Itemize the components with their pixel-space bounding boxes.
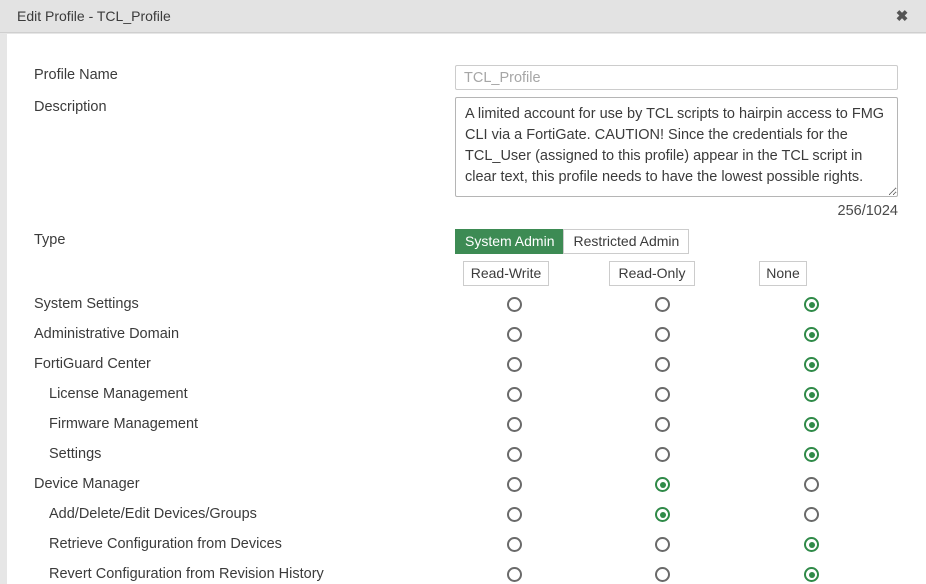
radio-none[interactable] — [804, 327, 819, 342]
radio-read-only[interactable] — [655, 387, 670, 402]
permission-row: Device Manager — [7, 470, 926, 500]
radio-read-write[interactable] — [507, 357, 522, 372]
character-counter: 256/1024 — [455, 203, 898, 219]
edit-profile-dialog: Edit Profile - TCL_Profile ✖ Profile Nam… — [0, 0, 926, 584]
profile-name-label: Profile Name — [34, 67, 118, 83]
permission-row: License Management — [7, 380, 926, 410]
radio-read-only[interactable] — [655, 477, 670, 492]
permission-row: Administrative Domain — [7, 320, 926, 350]
permission-label: Settings — [49, 446, 101, 462]
column-header-none[interactable]: None — [759, 261, 807, 286]
type-label: Type — [34, 232, 65, 248]
permission-label: FortiGuard Center — [34, 356, 151, 372]
permission-label: Firmware Management — [49, 416, 198, 432]
radio-read-write[interactable] — [507, 417, 522, 432]
permission-label: Device Manager — [34, 476, 140, 492]
permission-label: Revert Configuration from Revision Histo… — [49, 566, 324, 582]
radio-none[interactable] — [804, 537, 819, 552]
radio-none[interactable] — [804, 387, 819, 402]
column-header-read-write[interactable]: Read-Write — [463, 261, 549, 286]
dialog-title: Edit Profile - TCL_Profile — [17, 8, 171, 24]
radio-none[interactable] — [804, 417, 819, 432]
radio-read-only[interactable] — [655, 447, 670, 462]
radio-none[interactable] — [804, 297, 819, 312]
radio-read-only[interactable] — [655, 417, 670, 432]
profile-name-input[interactable] — [455, 65, 898, 90]
radio-none[interactable] — [804, 477, 819, 492]
radio-none[interactable] — [804, 447, 819, 462]
permission-row: FortiGuard Center — [7, 350, 926, 380]
radio-read-write[interactable] — [507, 327, 522, 342]
type-option-system-admin[interactable]: System Admin — [455, 229, 564, 254]
radio-none[interactable] — [804, 567, 819, 582]
column-header-read-only[interactable]: Read-Only — [609, 261, 695, 286]
permission-row: Revert Configuration from Revision Histo… — [7, 560, 926, 584]
permission-row: Settings — [7, 440, 926, 470]
radio-read-write[interactable] — [507, 387, 522, 402]
dialog-titlebar: Edit Profile - TCL_Profile ✖ — [0, 0, 926, 33]
description-textarea[interactable] — [455, 97, 898, 197]
radio-read-write[interactable] — [507, 447, 522, 462]
radio-read-only[interactable] — [655, 507, 670, 522]
radio-read-write[interactable] — [507, 537, 522, 552]
radio-read-only[interactable] — [655, 567, 670, 582]
permission-row: Retrieve Configuration from Devices — [7, 530, 926, 560]
permission-label: System Settings — [34, 296, 139, 312]
type-toggle-group: System Admin Restricted Admin — [455, 229, 689, 254]
description-label: Description — [34, 99, 107, 115]
radio-read-only[interactable] — [655, 297, 670, 312]
radio-read-only[interactable] — [655, 537, 670, 552]
radio-read-write[interactable] — [507, 477, 522, 492]
radio-read-only[interactable] — [655, 357, 670, 372]
dialog-body: Profile Name Description 256/1024 Type S… — [7, 34, 926, 584]
radio-read-write[interactable] — [507, 567, 522, 582]
radio-read-write[interactable] — [507, 507, 522, 522]
close-icon[interactable]: ✖ — [893, 8, 911, 26]
permission-label: Administrative Domain — [34, 326, 179, 342]
permission-row: Firmware Management — [7, 410, 926, 440]
permission-label: License Management — [49, 386, 188, 402]
permission-row: Add/Delete/Edit Devices/Groups — [7, 500, 926, 530]
radio-read-write[interactable] — [507, 297, 522, 312]
radio-none[interactable] — [804, 507, 819, 522]
permission-row: System Settings — [7, 290, 926, 320]
permission-label: Retrieve Configuration from Devices — [49, 536, 282, 552]
type-option-restricted-admin[interactable]: Restricted Admin — [563, 229, 689, 254]
radio-read-only[interactable] — [655, 327, 670, 342]
radio-none[interactable] — [804, 357, 819, 372]
permission-label: Add/Delete/Edit Devices/Groups — [49, 506, 257, 522]
